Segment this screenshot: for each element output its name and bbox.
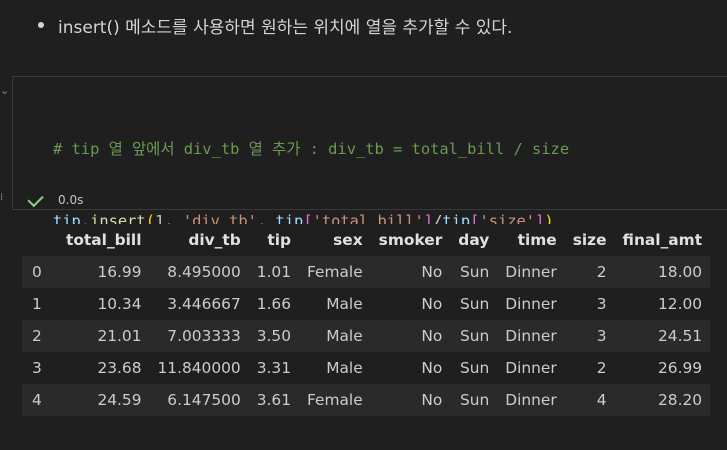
table-cell: Sun	[459, 359, 490, 377]
table-cell: Male	[326, 327, 363, 345]
row-index: 3	[32, 359, 42, 377]
column-header: time	[517, 231, 557, 249]
markdown-bullet-text: insert() 메소드를 사용하면 원하는 위치에 열을 추가할 수 있다.	[58, 17, 513, 38]
table-cell: Sun	[459, 263, 490, 281]
table-cell: Dinner	[505, 263, 557, 281]
table-cell: 8.495000	[167, 263, 241, 281]
table-cell: 3.50	[256, 327, 292, 345]
table-cell: Dinner	[505, 295, 557, 313]
table-cell: 18.00	[658, 263, 703, 281]
table-cell: Sun	[459, 295, 490, 313]
table-cell: Male	[326, 295, 363, 313]
row-index: 1	[32, 295, 42, 313]
execution-time: 0.0s	[58, 193, 84, 207]
notebook-view: insert() 메소드를 사용하면 원하는 위치에 열을 추가할 수 있다. …	[0, 0, 727, 450]
column-header: total_bill	[66, 231, 142, 249]
dataframe-header: total_bill div_tb tip sex smoker day tim…	[22, 224, 711, 256]
table-row: 3 23.68 11.840000 3.31 Male No Sun Dinne…	[22, 352, 711, 384]
column-header: smoker	[378, 231, 443, 249]
table-cell: Dinner	[505, 391, 557, 409]
column-header: sex	[333, 231, 363, 249]
code-line-1: # tip 열 앞에서 div_tb 열 추가 : div_tb = total…	[53, 137, 569, 161]
table-cell: 24.59	[97, 391, 142, 409]
table-cell: 2	[596, 359, 607, 377]
table-cell: No	[421, 327, 443, 345]
table-cell: 3.446667	[167, 295, 241, 313]
table-row: 1 10.34 3.446667 1.66 Male No Sun Dinner…	[22, 288, 711, 320]
output-collapse-handle-icon[interactable]: ⁞	[0, 192, 3, 203]
table-cell: 12.00	[658, 295, 703, 313]
code-comment: # tip 열 앞에서 div_tb 열 추가 : div_tb = total…	[53, 140, 570, 158]
markdown-bullet: insert() 메소드를 사용하면 원하는 위치에 열을 추가할 수 있다.	[38, 10, 512, 40]
table-cell: 10.34	[97, 295, 142, 313]
table-cell: 23.68	[97, 359, 142, 377]
table-cell: 28.20	[658, 391, 703, 409]
header-row: total_bill div_tb tip sex smoker day tim…	[22, 224, 711, 256]
table-cell: 3	[596, 295, 607, 313]
column-header: size	[572, 231, 607, 249]
dataframe-output: total_bill div_tb tip sex smoker day tim…	[22, 224, 711, 416]
column-header	[22, 224, 58, 256]
table-row: 0 16.99 8.495000 1.01 Female No Sun Dinn…	[22, 256, 711, 288]
table-cell: 24.51	[658, 327, 703, 345]
table-cell: 1.66	[256, 295, 292, 313]
column-header: day	[458, 231, 490, 249]
table-cell: No	[421, 263, 443, 281]
bullet-dot	[38, 22, 44, 28]
dataframe-body: 0 16.99 8.495000 1.01 Female No Sun Dinn…	[22, 256, 711, 416]
table-cell: Dinner	[505, 327, 557, 345]
table-cell: Sun	[459, 391, 490, 409]
table-cell: 3.61	[256, 391, 292, 409]
table-cell: Male	[326, 359, 363, 377]
success-check-icon	[27, 190, 44, 207]
table-cell: 21.01	[97, 327, 142, 345]
table-cell: 4	[596, 391, 607, 409]
row-index: 2	[32, 327, 42, 345]
column-header: div_tb	[188, 231, 241, 249]
table-cell: 3.31	[256, 359, 292, 377]
table-cell: Female	[307, 391, 363, 409]
table-row: 4 24.59 6.147500 3.61 Female No Sun Dinn…	[22, 384, 711, 416]
table-cell: 3	[596, 327, 607, 345]
table-cell: Dinner	[505, 359, 557, 377]
table-cell: No	[421, 391, 443, 409]
table-row: 2 21.01 7.003333 3.50 Male No Sun Dinner…	[22, 320, 711, 352]
table-cell: Sun	[459, 327, 490, 345]
execution-status: 0.0s	[27, 190, 84, 210]
row-index: 0	[32, 263, 42, 281]
collapse-chevron-icon[interactable]: ⌄	[0, 84, 9, 97]
table-cell: 6.147500	[167, 391, 241, 409]
column-header: final_amt	[622, 231, 703, 249]
table-cell: 26.99	[658, 359, 703, 377]
table-cell: 16.99	[97, 263, 142, 281]
table-cell: 11.840000	[157, 359, 241, 377]
table-cell: Female	[307, 263, 363, 281]
table-cell: No	[421, 295, 443, 313]
table-cell: 2	[596, 263, 607, 281]
table-cell: 7.003333	[167, 327, 241, 345]
table-cell: No	[421, 359, 443, 377]
row-index: 4	[32, 391, 42, 409]
column-header: tip	[267, 231, 292, 249]
table-cell: 1.01	[256, 263, 292, 281]
